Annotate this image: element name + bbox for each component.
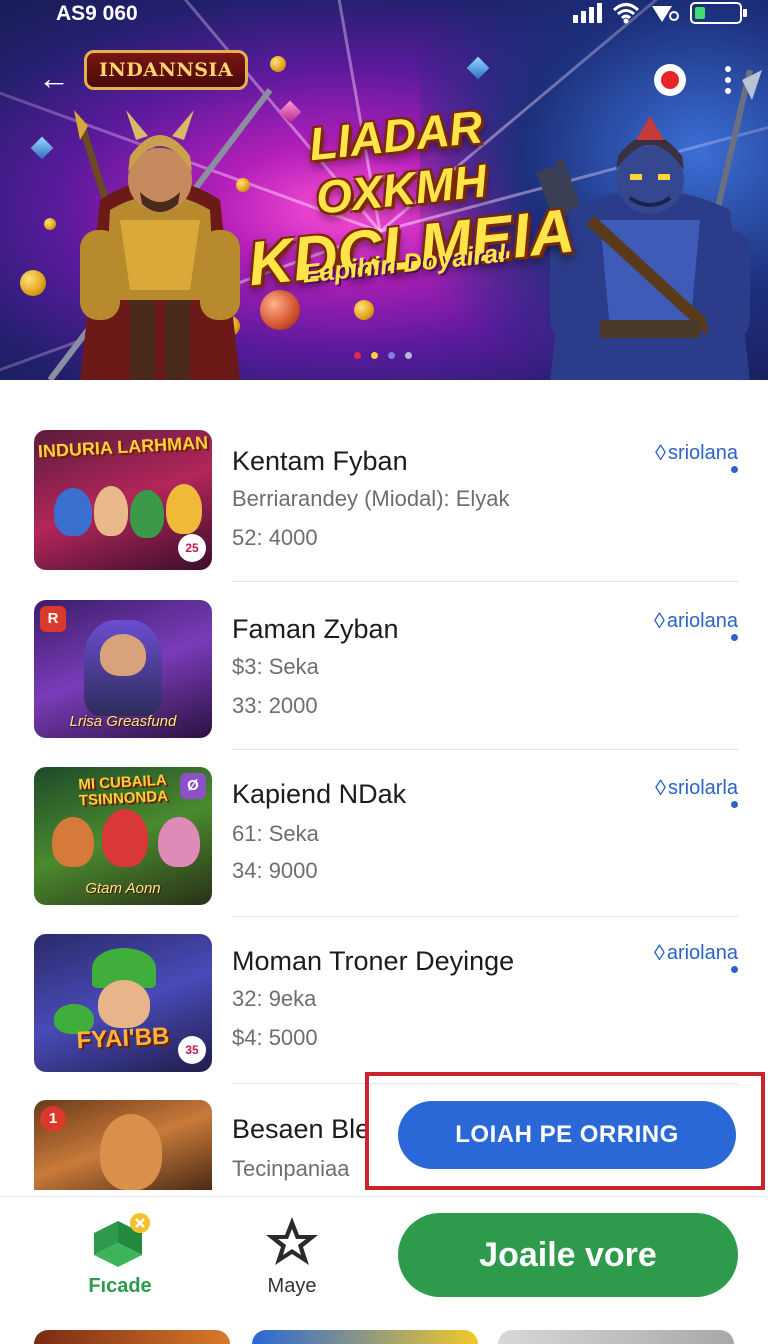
character-figure — [166, 484, 202, 534]
character-figure — [94, 486, 128, 536]
back-arrow-icon[interactable]: ← — [34, 58, 74, 98]
list-item[interactable]: R Lrisa Greasfund Faman Zyban $3: Seka 3… — [0, 548, 768, 750]
nav-item-ficade[interactable]: Fıcade — [70, 1213, 170, 1298]
item-title: Moman Troner Deyinge — [232, 946, 515, 976]
thumbnail-corner-badge: R — [40, 606, 66, 632]
item-price: $4: 5000 — [232, 1025, 318, 1050]
list-item[interactable]: FYAI'BB 35 Moman Troner Deyinge 32: 9eka… — [0, 882, 768, 1084]
item-tag-label: ariolana — [666, 609, 738, 632]
peek-card[interactable] — [34, 1330, 230, 1344]
diamond-outline-icon: ◊ — [653, 940, 665, 965]
tag-dot-icon — [731, 801, 738, 808]
item-title: Faman Zyban — [232, 614, 399, 644]
character-figure — [54, 488, 92, 536]
item-tag[interactable]: ◊ ariolana — [654, 940, 738, 966]
item-tag-label: sriolarla — [667, 776, 738, 799]
carousel-dot[interactable] — [371, 352, 378, 359]
thumbnail-corner-badge: Ø — [180, 773, 206, 799]
coin-decoration — [270, 56, 286, 72]
carousel-indicator[interactable] — [354, 352, 412, 359]
wifi-icon — [612, 3, 640, 24]
list-item[interactable]: INDURIA LARHMAN 25 Kentam Fyban Berriara… — [0, 380, 768, 582]
join-button[interactable]: Joaile vore — [398, 1213, 738, 1297]
character-figure — [158, 817, 200, 867]
item-tag-label: ariolana — [666, 941, 738, 964]
list-item[interactable]: MI CUBAILA TSINNONDA Ø Gtam Aonn Kapiend… — [0, 715, 768, 917]
primary-action-button[interactable]: LOIAH PE ORRING — [398, 1101, 736, 1169]
character-figure — [102, 809, 148, 867]
item-price: 34: 9000 — [232, 858, 318, 883]
item-title: Besaen Ble — [232, 1114, 371, 1144]
status-icons — [573, 2, 747, 24]
item-tag[interactable]: ◊ sriolana — [655, 440, 738, 466]
tag-dot-icon — [731, 466, 738, 473]
item-tag[interactable]: ◊ ariolana — [654, 608, 738, 634]
game-logo: INDANNSIA — [84, 50, 249, 90]
coin-decoration — [354, 300, 374, 320]
game-thumbnail: 1 — [34, 1100, 212, 1190]
item-subtitle: Tecinpaniaa — [232, 1156, 350, 1181]
item-subtitle: 32: 9eka — [232, 986, 317, 1011]
nav-label: Fıcade — [88, 1275, 152, 1297]
character-figure — [130, 490, 164, 538]
item-subtitle: 61: Seka — [232, 821, 319, 846]
character-face — [100, 634, 146, 676]
item-title: Kapiend NDak — [232, 779, 407, 809]
character-figure — [100, 1114, 162, 1190]
record-icon[interactable] — [654, 64, 686, 96]
nav-label: Maye — [267, 1275, 317, 1297]
more-options-icon[interactable] — [716, 62, 740, 98]
carousel-dot[interactable] — [405, 352, 412, 359]
item-tag[interactable]: ◊ sriolarla — [655, 775, 738, 801]
character-figure — [52, 817, 94, 867]
item-title: Kentam Fyban — [232, 446, 408, 476]
wifi-calling-icon — [652, 6, 679, 22]
thumbnail-corner-badge: 1 — [40, 1106, 66, 1132]
character-face — [98, 980, 150, 1028]
tag-dot-icon — [731, 634, 738, 641]
peek-card[interactable] — [252, 1330, 478, 1344]
item-subtitle: Berriarandey (Miodal): Elyak — [232, 486, 510, 511]
carousel-dot[interactable] — [354, 352, 361, 359]
gift-box-icon — [94, 1213, 150, 1267]
diamond-outline-icon: ◊ — [655, 440, 666, 465]
diamond-outline-icon: ◊ — [653, 608, 665, 633]
carousel-dot[interactable] — [388, 352, 395, 359]
peek-card[interactable] — [498, 1330, 734, 1344]
star-icon — [266, 1217, 318, 1265]
diamond-outline-icon: ◊ — [655, 775, 666, 800]
item-tag-label: sriolana — [667, 441, 738, 464]
nav-item-maye[interactable]: Maye — [242, 1213, 342, 1298]
thumbnail-title: INDURIA LARHMAN — [37, 432, 209, 462]
status-time: AS9 060 — [56, 2, 138, 25]
battery-icon — [690, 2, 747, 24]
signal-icon — [573, 3, 602, 23]
item-subtitle: $3: Seka — [232, 654, 319, 679]
tag-dot-icon — [731, 966, 738, 973]
status-bar: AS9 060 — [0, 0, 768, 30]
